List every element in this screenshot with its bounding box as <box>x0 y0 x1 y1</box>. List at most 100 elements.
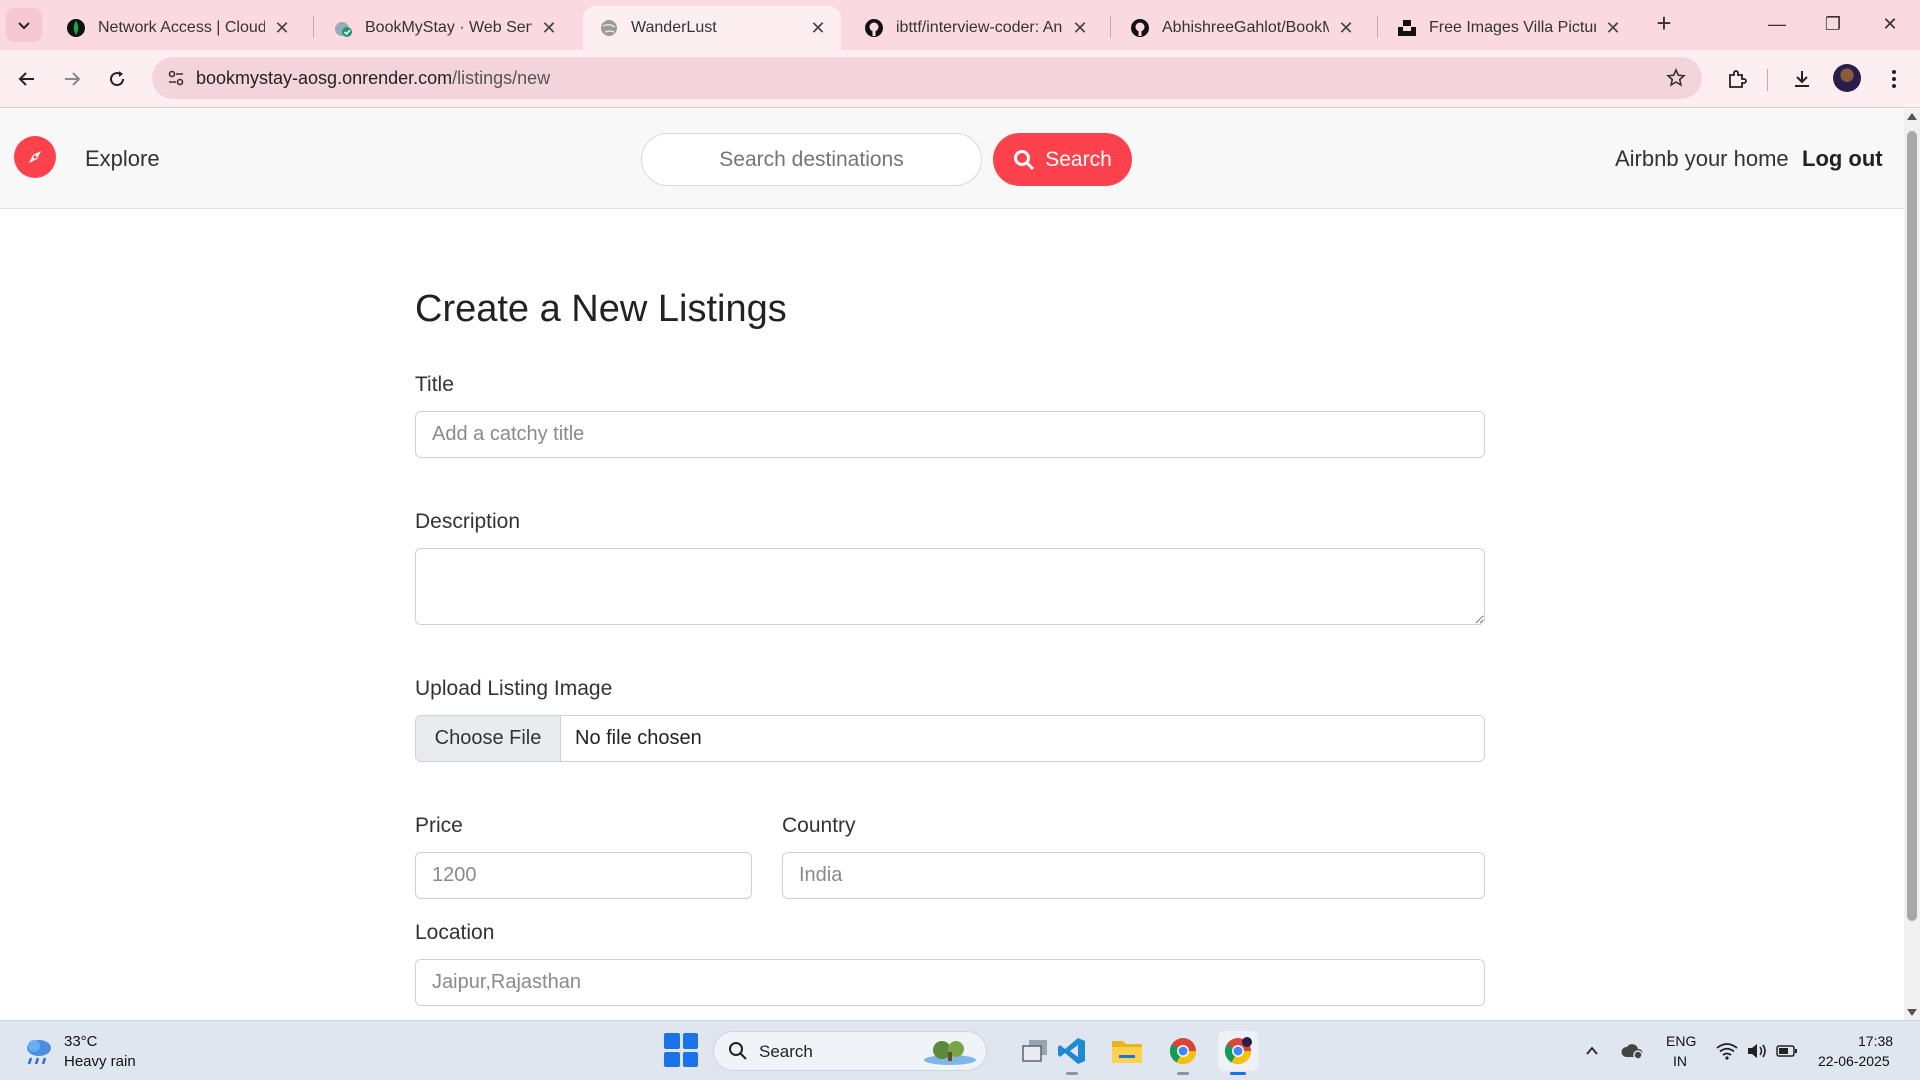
tab-close-icon[interactable]: ✕ <box>273 18 291 39</box>
title-input[interactable] <box>415 411 1485 458</box>
tab-close-icon[interactable]: ✕ <box>1071 18 1089 39</box>
mongodb-leaf-icon <box>66 18 86 38</box>
browser-tab-network-access[interactable]: Network Access | Cloud: M ✕ <box>50 6 305 50</box>
battery-icon[interactable] <box>1775 1039 1799 1063</box>
browser-tab-interview-coder[interactable]: ibttf/interview-coder: An ir ✕ <box>848 6 1103 50</box>
page-scrollbar[interactable] <box>1904 109 1920 1020</box>
url-text[interactable]: bookmystay-aosg.onrender.com/listings/ne… <box>196 68 550 89</box>
site-info-icon[interactable] <box>164 66 188 90</box>
forward-button[interactable] <box>55 62 89 96</box>
github-icon <box>864 18 884 38</box>
destination-search-input[interactable] <box>641 133 982 186</box>
tab-label: Network Access | Cloud: M <box>98 19 265 36</box>
onedrive-cloud-icon[interactable] <box>1620 1039 1644 1063</box>
browser-toolbar: bookmystay-aosg.onrender.com/listings/ne… <box>0 50 1920 108</box>
keyboard-layout-indicator[interactable]: IN <box>1673 1053 1687 1069</box>
description-textarea[interactable] <box>415 548 1485 625</box>
file-status-text: No file chosen <box>575 727 702 749</box>
windows-start-icon[interactable] <box>664 1033 698 1067</box>
new-tab-plus-icon[interactable]: + <box>1650 10 1678 38</box>
scroll-down-arrow-icon[interactable] <box>1907 1009 1917 1016</box>
more-vertical-icon[interactable] <box>1879 64 1909 94</box>
price-input[interactable] <box>415 852 752 899</box>
restore-icon[interactable]: ❐ <box>1813 8 1853 40</box>
tab-label: AbhishreeGahlot/BookMyS <box>1162 19 1329 36</box>
scroll-up-arrow-icon[interactable] <box>1907 113 1917 120</box>
tab-label: Free Images Villa Pictures | <box>1429 19 1596 36</box>
tab-separator <box>313 16 314 38</box>
clock-time[interactable]: 17:38 <box>1858 1033 1893 1049</box>
country-label: Country <box>782 814 856 837</box>
close-window-icon[interactable]: ✕ <box>1870 8 1910 40</box>
weather-description: Heavy rain <box>64 1053 136 1070</box>
file-explorer-icon[interactable] <box>1107 1031 1147 1071</box>
volume-icon[interactable] <box>1745 1039 1769 1063</box>
choose-file-button[interactable]: Choose File <box>416 716 561 761</box>
task-view-icon[interactable] <box>1015 1031 1055 1071</box>
price-label: Price <box>415 814 463 837</box>
extensions-puzzle-icon[interactable] <box>1722 64 1752 94</box>
language-indicator[interactable]: ENG <box>1666 1033 1696 1049</box>
active-indicator <box>1230 1072 1246 1075</box>
tab-close-icon[interactable]: ✕ <box>809 18 827 39</box>
globe-icon <box>599 18 619 38</box>
tab-separator <box>1377 16 1378 38</box>
reload-icon <box>110 71 125 87</box>
location-label: Location <box>415 921 495 944</box>
browser-tab-free-images-villa[interactable]: Free Images Villa Pictures | ✕ <box>1381 6 1636 50</box>
download-icon[interactable] <box>1787 64 1817 94</box>
compass-logo-icon[interactable] <box>14 136 56 178</box>
tab-label: WanderLust <box>631 19 717 36</box>
site-navbar: Explore Search Airbnb your home Log out <box>0 109 1904 209</box>
unsplash-icon <box>1397 18 1417 38</box>
tab-label: ibttf/interview-coder: An ir <box>896 19 1063 36</box>
image-file-input[interactable]: Choose File No file chosen <box>415 715 1485 762</box>
bookmark-star-icon[interactable] <box>1664 66 1688 90</box>
address-bar[interactable]: bookmystay-aosg.onrender.com/listings/ne… <box>152 57 1702 99</box>
chevron-up-icon[interactable] <box>1580 1039 1604 1063</box>
browser-tab-strip: Network Access | Cloud: M ✕ BookMyStay ·… <box>0 0 1920 50</box>
minimize-icon[interactable]: — <box>1757 8 1797 40</box>
browser-tab-wanderlust[interactable]: WanderLust ✕ <box>583 6 841 50</box>
scrollbar-thumb[interactable] <box>1907 131 1917 921</box>
tab-close-icon[interactable]: ✕ <box>1604 18 1622 39</box>
chrome-profile-app-icon[interactable] <box>1218 1031 1258 1075</box>
weather-rain-cloud-icon[interactable] <box>22 1034 56 1068</box>
logout-link[interactable]: Log out <box>1802 146 1883 172</box>
weather-temperature: 33°C <box>64 1033 98 1050</box>
running-indicator <box>1177 1072 1189 1075</box>
vscode-app-icon[interactable] <box>1052 1031 1092 1075</box>
airbnb-your-home-link[interactable]: Airbnb your home <box>1615 146 1789 172</box>
back-button[interactable] <box>10 62 44 96</box>
url-path: /listings/new <box>452 68 551 88</box>
browser-tab-bookmystay-render[interactable]: BookMyStay · Web Service ✕ <box>317 6 572 50</box>
tab-label: BookMyStay · Web Service <box>365 19 532 36</box>
toolbar-divider <box>1767 69 1768 91</box>
search-button[interactable]: Search <box>993 133 1132 186</box>
search-button-label: Search <box>1045 147 1112 171</box>
tab-close-icon[interactable]: ✕ <box>540 18 558 39</box>
page-title: Create a New Listings <box>415 288 787 330</box>
title-label: Title <box>415 373 454 396</box>
browser-tab-abhishree-bookmystay[interactable]: AbhishreeGahlot/BookMyS ✕ <box>1114 6 1369 50</box>
chrome-app-icon[interactable] <box>1163 1031 1203 1075</box>
nav-explore-link[interactable]: Explore <box>85 146 160 172</box>
chevron-down-icon <box>18 22 30 30</box>
wifi-icon[interactable] <box>1715 1039 1739 1063</box>
search-highlight-illustration-icon <box>924 1041 976 1065</box>
running-indicator <box>1066 1072 1078 1075</box>
tab-separator <box>1110 16 1111 38</box>
profile-avatar[interactable] <box>1833 64 1861 92</box>
arrow-left-icon <box>18 72 34 86</box>
tab-close-icon[interactable]: ✕ <box>1337 18 1355 39</box>
location-input[interactable] <box>415 959 1485 1006</box>
clock-date[interactable]: 22-06-2025 <box>1818 1053 1890 1069</box>
windows-taskbar: 33°C Heavy rain Search ENG IN 17:38 22-0… <box>0 1020 1920 1080</box>
search-icon <box>1014 149 1035 170</box>
url-host: bookmystay-aosg.onrender.com <box>196 68 453 88</box>
github-icon <box>1130 18 1150 38</box>
reload-button[interactable] <box>100 62 134 96</box>
country-input[interactable] <box>782 852 1485 899</box>
tab-search-button[interactable] <box>6 8 42 42</box>
taskbar-search-box[interactable]: Search <box>713 1031 987 1071</box>
